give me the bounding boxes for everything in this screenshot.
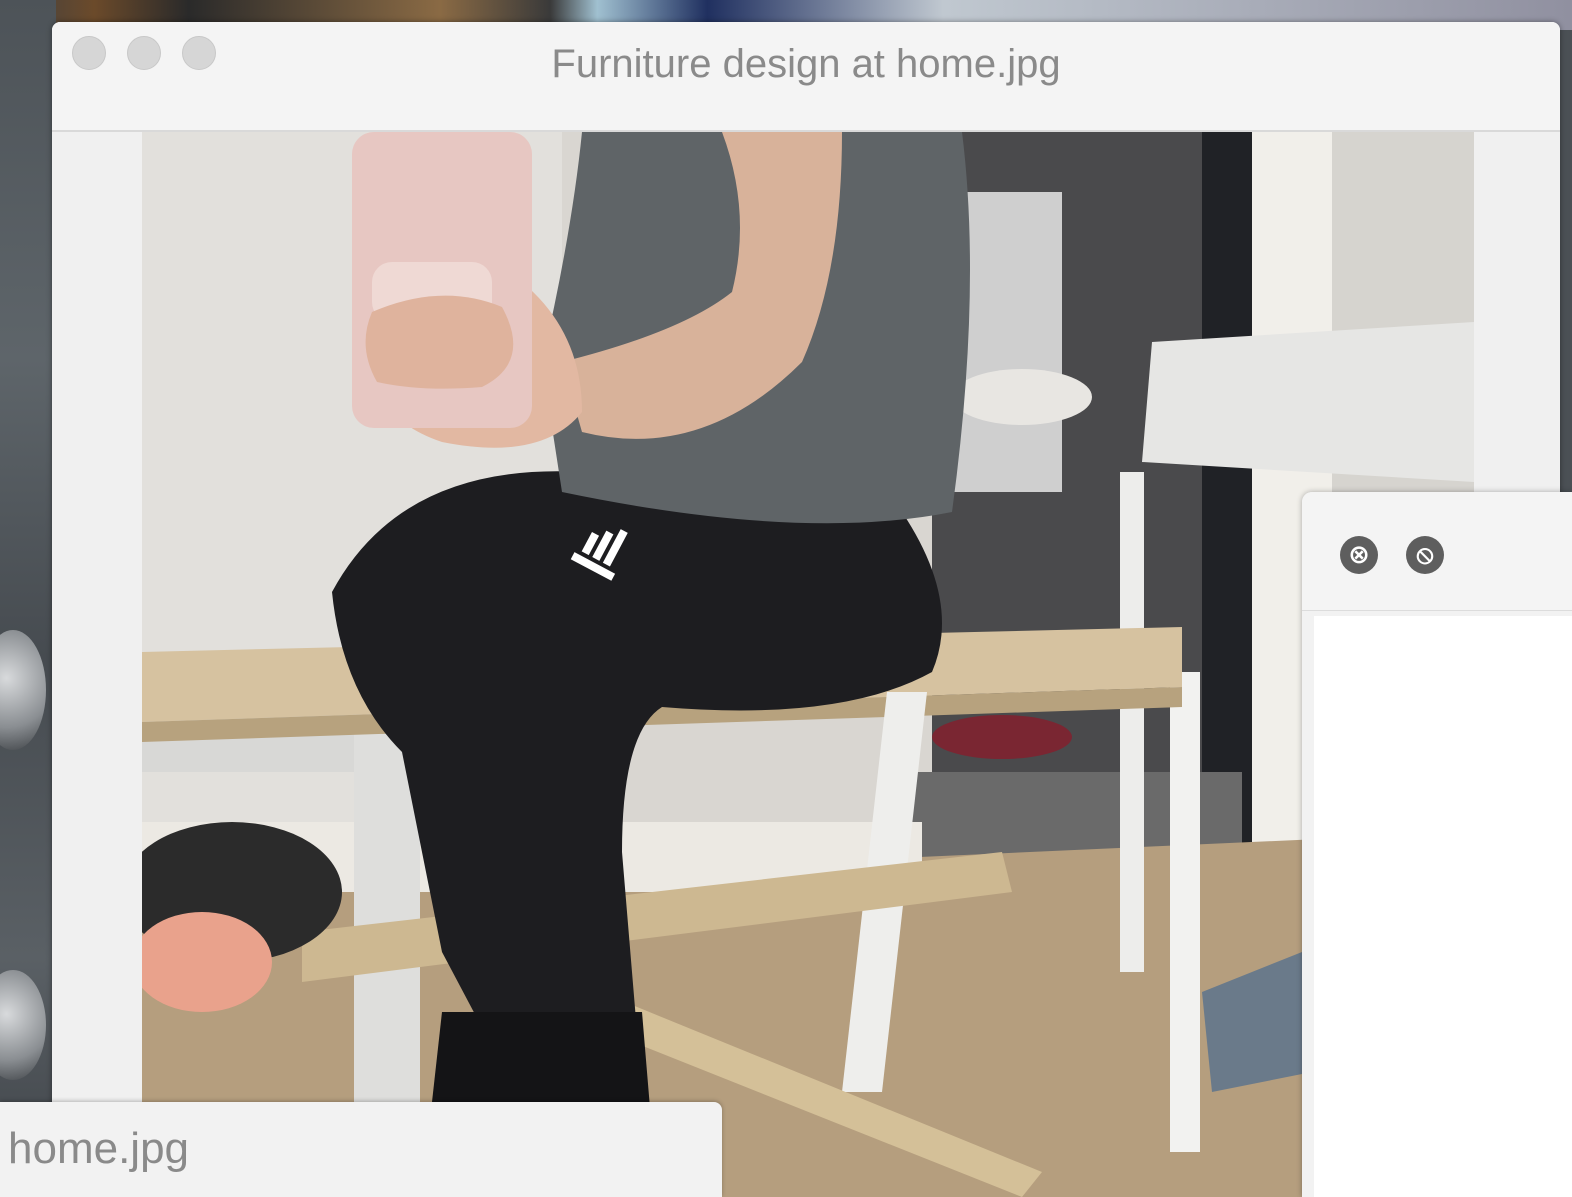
door-knob-image: [0, 630, 46, 750]
window-title: Furniture design at home.jpg: [551, 42, 1061, 86]
door-knob-image: [0, 970, 46, 1080]
side-panel: ⊗ ⦸: [1302, 492, 1572, 1197]
block-icon[interactable]: ⦸: [1406, 536, 1444, 574]
desktop-background-left: [0, 0, 56, 1197]
file-name-label: home.jpg: [8, 1124, 190, 1173]
file-window: home.jpg: [0, 1102, 722, 1197]
side-panel-header: ⊗ ⦸: [1302, 492, 1572, 611]
side-panel-content: [1314, 616, 1572, 1197]
close-panel-icon[interactable]: ⊗: [1340, 536, 1378, 574]
window-titlebar[interactable]: Furniture design at home.jpg: [52, 22, 1560, 132]
photo-image: [142, 132, 1474, 1197]
